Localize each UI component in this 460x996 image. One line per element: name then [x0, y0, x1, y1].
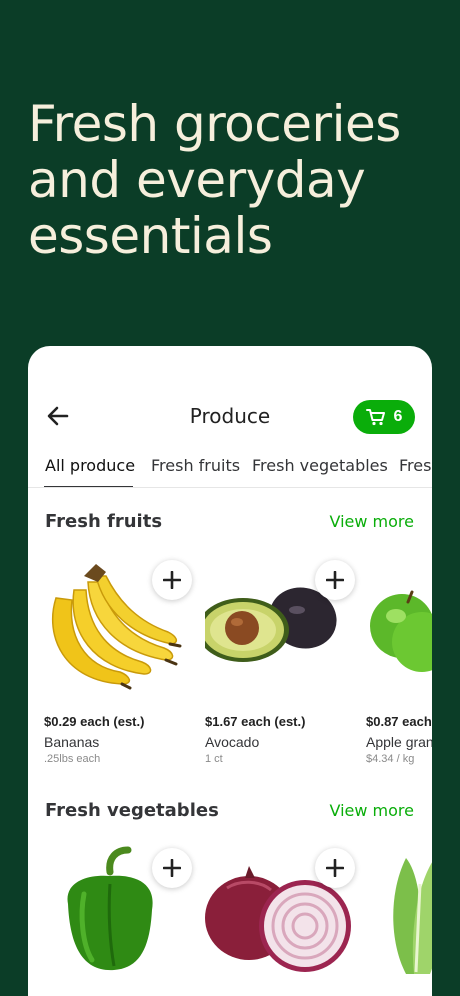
fruits-view-more-link[interactable]: View more [330, 512, 415, 531]
category-tabs: All produce Fresh fruits Fresh vegetable… [28, 446, 432, 488]
product-name: Apple gran [366, 734, 432, 750]
tab-all-produce[interactable]: All produce [45, 456, 135, 475]
plus-icon [163, 859, 181, 877]
plus-icon [163, 571, 181, 589]
product-card-red-onion[interactable] [205, 844, 355, 984]
apple-image [370, 590, 432, 672]
plus-icon [326, 571, 344, 589]
fruits-section-title: Fresh fruits [45, 511, 163, 532]
vegetables-section-title: Fresh vegetables [45, 800, 219, 821]
add-avocado-button[interactable] [315, 560, 355, 600]
product-unit: .25lbs each [44, 753, 101, 765]
add-red-onion-button[interactable] [315, 848, 355, 888]
add-green-pepper-button[interactable] [152, 848, 192, 888]
lettuce-image [393, 858, 432, 974]
active-tab-indicator [44, 486, 133, 487]
add-bananas-button[interactable] [152, 560, 192, 600]
tab-fresh-fruits[interactable]: Fresh fruits [151, 456, 240, 475]
product-price: $1.67 each (est.) [205, 714, 306, 729]
tab-partial[interactable]: Fres [399, 456, 431, 475]
app-preview-card: Produce 6 All produce Fresh fruits Fresh… [28, 346, 432, 996]
cart-button[interactable]: 6 [353, 400, 415, 434]
product-name: Avocado [205, 734, 260, 750]
top-bar: Produce 6 All produce Fresh fruits Fresh… [28, 346, 432, 488]
hero-headline: Fresh groceries and everyday essentials [28, 95, 401, 265]
product-card-avocado[interactable]: $1.67 each (est.) Avocado 1 ct [205, 556, 355, 776]
product-card-apple[interactable]: $0.87 each Apple gran $4.34 / kg [366, 556, 432, 776]
product-unit: 1 ct [205, 753, 223, 765]
tab-fresh-vegetables[interactable]: Fresh vegetables [252, 456, 388, 475]
product-card-bananas[interactable]: $0.29 each (est.) Bananas .25lbs each [44, 556, 194, 776]
product-card-green-pepper[interactable] [44, 844, 194, 984]
product-unit: $4.34 / kg [366, 753, 415, 765]
product-card-lettuce[interactable] [386, 844, 432, 984]
product-price: $0.87 each [366, 714, 432, 729]
product-name: Bananas [44, 734, 100, 750]
cart-count: 6 [393, 408, 403, 425]
product-price: $0.29 each (est.) [44, 714, 145, 729]
cart-icon [365, 409, 385, 426]
vegetables-view-more-link[interactable]: View more [330, 801, 415, 820]
plus-icon [326, 859, 344, 877]
